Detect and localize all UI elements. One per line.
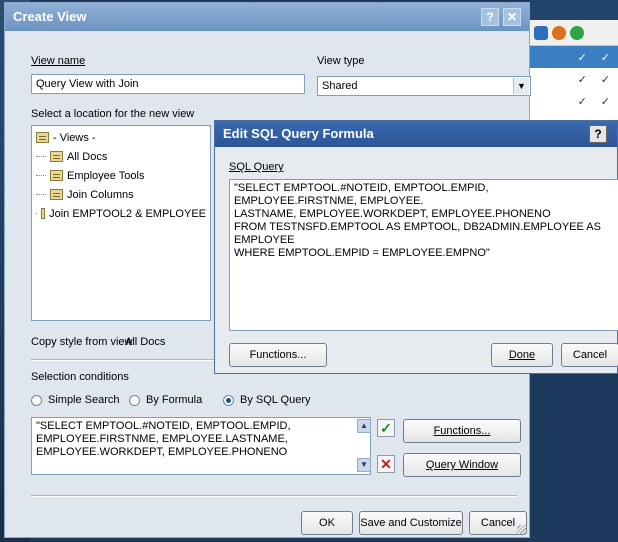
radio-label: By SQL Query <box>240 394 311 406</box>
tree-item-label: Employee Tools <box>67 169 145 182</box>
check-mark: ✓ <box>577 73 587 86</box>
copy-style-label: Copy style from view <box>31 336 133 348</box>
query-textarea[interactable]: "SELECT EMPTOOL.#NOTEID, EMPTOOL.EMPID, … <box>31 417 371 475</box>
sql-query-text: "SELECT EMPTOOL.#NOTEID, EMPTOOL.EMPID, … <box>234 182 601 259</box>
check-mark: ✓ <box>600 51 610 64</box>
location-tree[interactable]: - Views - All Docs Employee Tools Join C… <box>31 125 211 321</box>
tree-item[interactable]: Employee Tools <box>36 166 206 185</box>
functions-button-label: Functions... <box>433 425 491 437</box>
view-name-label: View name <box>31 55 86 67</box>
save-customize-button[interactable]: Save and Customize <box>359 511 463 535</box>
scroll-up-icon[interactable]: ▲ <box>357 419 371 433</box>
scroll-down-icon[interactable]: ▼ <box>357 458 371 472</box>
create-view-titlebar: Create View ? ✕ <box>5 3 529 31</box>
view-name-input[interactable]: Query View with Join <box>31 74 305 94</box>
resize-grip-icon[interactable] <box>517 525 527 535</box>
tree-item-label: Join EMPTOOL2 & EMPLOYEE <box>49 207 206 220</box>
orange-globe-icon[interactable] <box>552 25 566 40</box>
done-button[interactable]: Done <box>491 343 553 367</box>
radio-by-sql-query[interactable]: By SQL Query <box>223 394 311 406</box>
help-button[interactable]: ? <box>589 125 607 143</box>
desktop-top-strip <box>530 0 618 20</box>
view-icon <box>50 170 63 181</box>
radio-label: Simple Search <box>48 394 120 406</box>
background-row[interactable]: ✓ ✓ <box>530 68 618 90</box>
tree-item[interactable]: Join EMPTOOL2 & EMPLOYEE <box>36 204 206 223</box>
copy-style-value[interactable]: All Docs <box>125 336 165 348</box>
check-mark: ✓ <box>577 51 587 64</box>
tree-item-label: All Docs <box>67 150 108 163</box>
check-mark: ✓ <box>600 95 610 108</box>
tree-root-label: - Views - <box>53 131 96 144</box>
tree-root[interactable]: - Views - <box>36 128 206 147</box>
radio-dot[interactable] <box>31 394 42 406</box>
view-icon <box>50 151 63 162</box>
view-icon <box>41 208 46 219</box>
sql-titlebar: Edit SQL Query Formula ? <box>215 121 617 147</box>
location-label: Select a location for the new view <box>31 108 195 120</box>
done-label: Done <box>508 349 536 361</box>
grid-icon[interactable] <box>534 25 548 40</box>
query-window-button-label: Query Window <box>425 459 499 471</box>
sql-cancel-button[interactable]: Cancel <box>561 343 618 367</box>
radio-dot-selected[interactable] <box>223 394 234 406</box>
close-button[interactable]: ✕ <box>503 8 521 26</box>
tree-connector <box>36 213 38 214</box>
view-icon <box>50 189 63 200</box>
tree-item[interactable]: All Docs <box>36 147 206 166</box>
sql-dialog-title: Edit SQL Query Formula <box>223 126 374 141</box>
radio-by-formula[interactable]: By Formula <box>129 394 202 406</box>
view-type-label: View type <box>317 55 365 67</box>
accept-check-icon[interactable]: ✓ <box>377 419 395 437</box>
check-mark: ✓ <box>577 95 587 108</box>
query-window-button[interactable]: Query Window <box>403 453 521 477</box>
view-type-value: Shared <box>322 80 358 92</box>
tree-item[interactable]: Join Columns <box>36 185 206 204</box>
save-customize-label: Save and Customize <box>360 517 462 529</box>
sql-functions-label: Functions... <box>249 349 307 361</box>
check-mark: ✓ <box>600 73 610 86</box>
views-folder-icon <box>36 132 49 143</box>
functions-button[interactable]: Functions... <box>403 419 521 443</box>
edit-sql-dialog: Edit SQL Query Formula ? SQL Query "SELE… <box>214 120 618 374</box>
tree-connector <box>36 194 46 195</box>
radio-simple-search[interactable]: Simple Search <box>31 394 120 406</box>
sql-query-textarea[interactable]: "SELECT EMPTOOL.#NOTEID, EMPTOOL.EMPID, … <box>229 179 618 331</box>
help-button[interactable]: ? <box>481 8 499 26</box>
reject-x-icon[interactable]: ✕ <box>377 455 395 473</box>
view-type-select[interactable]: Shared ▼ <box>317 76 531 96</box>
ok-button[interactable]: OK <box>301 511 353 535</box>
sql-functions-button[interactable]: Functions... <box>229 343 327 367</box>
tree-connector <box>36 175 46 176</box>
background-toolbar <box>530 20 618 46</box>
radio-dot[interactable] <box>129 394 140 406</box>
chevron-down-icon[interactable]: ▼ <box>513 78 529 94</box>
divider <box>31 495 517 497</box>
sql-query-label: SQL Query <box>229 161 284 173</box>
radio-label: By Formula <box>146 394 203 406</box>
tree-connector <box>36 156 46 157</box>
green-globe-icon[interactable] <box>570 25 584 40</box>
tree-item-label: Join Columns <box>67 188 134 201</box>
background-row[interactable]: ✓ ✓ <box>530 90 618 112</box>
background-row-selected[interactable]: ✓ ✓ <box>530 46 618 68</box>
dialog-title: Create View <box>13 9 87 24</box>
selection-conditions-label: Selection conditions <box>31 371 129 383</box>
